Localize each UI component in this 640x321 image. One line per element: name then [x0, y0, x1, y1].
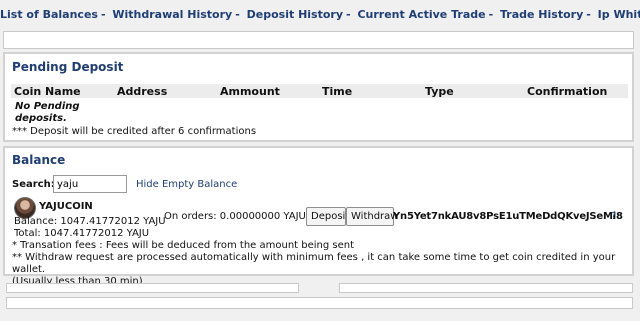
nav-separator: -	[346, 8, 351, 21]
nav-separator: -	[235, 8, 240, 21]
help-icon[interactable]: ?	[611, 211, 616, 222]
footer-strip-bottom	[6, 297, 633, 309]
nav-current-active-trade[interactable]: Current Active Trade	[357, 8, 485, 21]
nav-separator: -	[100, 8, 106, 21]
nav-separator: -	[488, 8, 494, 21]
pending-deposit-panel: Pending Deposit Coin Name Address Ammoun…	[3, 52, 634, 142]
deposit-address: Yn5Yet7nkAU8v8PsE1uTMeDdQKveJSeMi8	[393, 211, 623, 222]
footer-strip-right	[339, 283, 633, 293]
nav-trade-history[interactable]: Trade History	[500, 8, 583, 21]
nav-separator: -	[586, 8, 591, 21]
balance-title: Balance	[12, 153, 66, 167]
coin-balance: Balance: 1047.41772012 YAJU	[14, 216, 166, 227]
fee-note: * Transation fees : Fees will be deduced…	[12, 240, 355, 251]
withdraw-note: ** Withdraw request are processed automa…	[12, 252, 616, 275]
top-navigation: List of Balances - Withdrawal History - De…	[0, 0, 640, 30]
coin-on-orders: On orders: 0.00000000 YAJU	[164, 211, 306, 222]
column-ammount: Ammount	[220, 85, 280, 98]
nav-deposit-history[interactable]: Deposit History	[247, 8, 343, 21]
column-time: Time	[322, 85, 353, 98]
fee-notes: * Transation fees : Fees will be deduced…	[12, 240, 627, 288]
no-pending-deposits-message: No Pending deposits.	[15, 101, 80, 124]
withdraw-button[interactable]: Withdraw	[346, 207, 398, 226]
hide-empty-balance-link[interactable]: Hide Empty Balance	[136, 179, 237, 190]
nav-withdrawal-history[interactable]: Withdrawal History	[112, 8, 232, 21]
pending-deposit-title: Pending Deposit	[12, 60, 124, 74]
column-coin-name: Coin Name	[14, 85, 81, 98]
nav-ip-whitelist[interactable]: Ip Whitelist	[598, 8, 640, 21]
coin-name: YAJUCOIN	[39, 201, 93, 212]
pending-table-header: Coin Name Address Ammount Time Type Conf…	[11, 84, 628, 98]
coin-total: Total: 1047.41772012 YAJU	[14, 228, 150, 239]
balance-panel: Balance Search: Hide Empty Balance YAJUC…	[3, 146, 634, 287]
search-input[interactable]	[53, 175, 127, 193]
nav-list-of-balances[interactable]: List of Balances	[0, 8, 98, 21]
column-type: Type	[425, 85, 454, 98]
column-address: Address	[117, 85, 168, 98]
deposit-button[interactable]: Deposit	[306, 207, 349, 226]
search-label: Search:	[12, 179, 55, 190]
confirmations-note: *** Deposit will be credited after 6 con…	[12, 126, 257, 137]
empty-top-strip	[3, 31, 634, 49]
footer-strip-left	[6, 283, 299, 293]
column-confirmation: Confirmation	[527, 85, 608, 98]
